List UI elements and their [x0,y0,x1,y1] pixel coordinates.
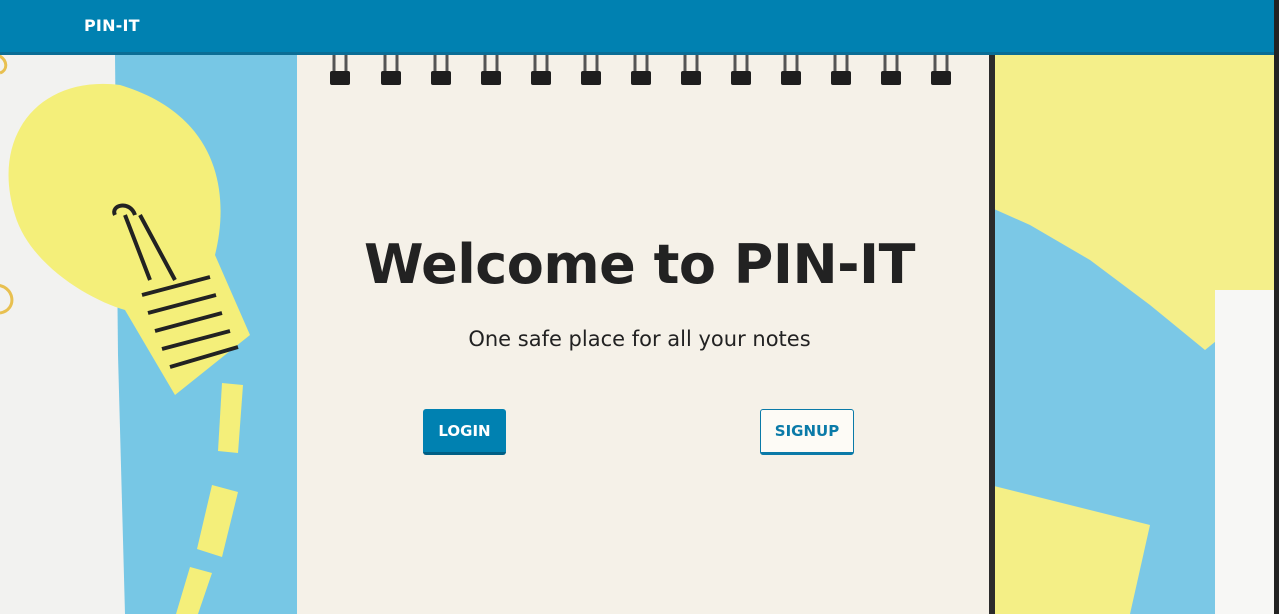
brand-logo-link[interactable]: PIN-IT [84,16,140,35]
tagline-text: One safe place for all your notes [468,327,811,351]
window-edge [1274,0,1279,614]
top-navbar: PIN-IT [0,0,1279,55]
login-button[interactable]: LOGIN [423,409,506,455]
hero-section: Welcome to PIN-IT One safe place for all… [0,55,1279,614]
signup-button[interactable]: SIGNUP [760,409,854,455]
welcome-heading: Welcome to PIN-IT [364,233,916,296]
